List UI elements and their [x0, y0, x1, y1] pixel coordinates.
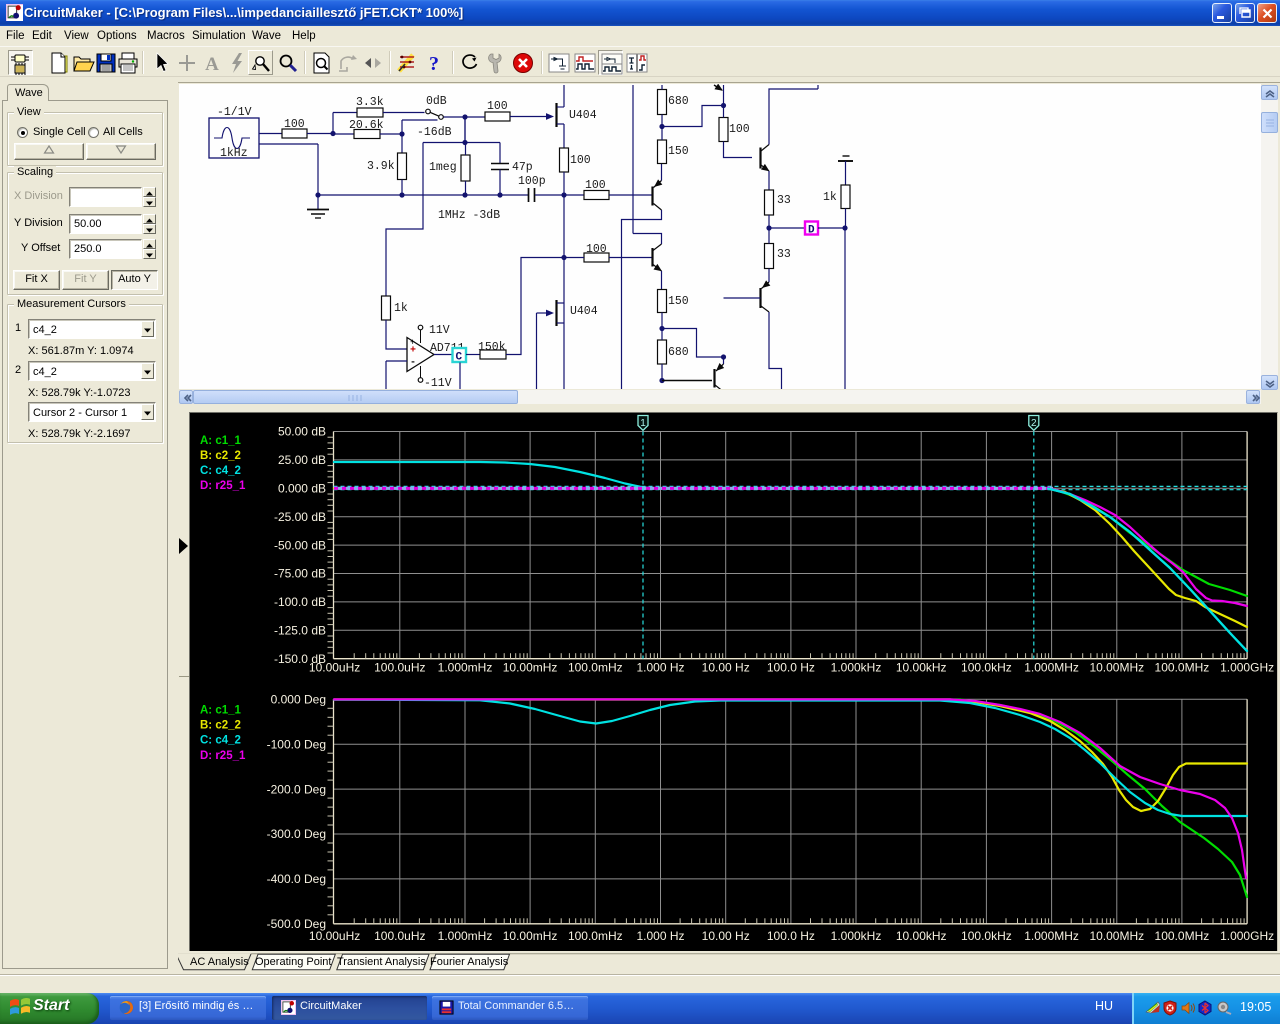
svg-text:100.0kHz: 100.0kHz [961, 929, 1012, 943]
svg-text:47p: 47p [512, 161, 533, 174]
svg-text:-400.0 Deg: -400.0 Deg [267, 872, 326, 886]
svg-text:100: 100 [570, 154, 591, 167]
svg-text:10.00MHz: 10.00MHz [1089, 929, 1144, 943]
svg-text:1: 1 [640, 418, 646, 429]
svg-text:-11V: -11V [424, 377, 452, 389]
svg-text:B: c2_2: B: c2_2 [200, 450, 241, 462]
svg-text:100.0MHz: 100.0MHz [1155, 661, 1210, 675]
svg-text:1.000MHz: 1.000MHz [1024, 661, 1079, 675]
svg-text:-200.0 Deg: -200.0 Deg [267, 782, 326, 796]
svg-text:11V: 11V [429, 324, 450, 337]
svg-text:100.0 Hz: 100.0 Hz [767, 929, 815, 943]
svg-text:10.00mHz: 10.00mHz [503, 929, 558, 943]
svg-text:1.000MHz: 1.000MHz [1024, 929, 1079, 943]
svg-text:-16dB: -16dB [417, 126, 452, 139]
svg-text:-1/1V: -1/1V [217, 106, 252, 119]
svg-text:-75.00 dB: -75.00 dB [274, 567, 326, 581]
svg-text:33: 33 [777, 194, 791, 207]
svg-text:100: 100 [729, 123, 750, 136]
svg-text:U404: U404 [570, 305, 598, 318]
svg-text:100.0kHz: 100.0kHz [961, 661, 1012, 675]
svg-text:B: c2_2: B: c2_2 [200, 720, 241, 732]
svg-text:25.00 dB: 25.00 dB [278, 453, 326, 467]
svg-text:100: 100 [586, 243, 607, 256]
svg-text:20.6k: 20.6k [349, 119, 384, 132]
svg-text:100: 100 [585, 179, 606, 192]
svg-text:1.000 Hz: 1.000 Hz [636, 661, 684, 675]
svg-text:100.0uHz: 100.0uHz [374, 661, 425, 675]
svg-text:?: ? [429, 53, 439, 75]
svg-text:10.00uHz: 10.00uHz [309, 929, 360, 943]
svg-text:1.000GHz: 1.000GHz [1220, 929, 1274, 943]
svg-text:100: 100 [487, 100, 508, 113]
svg-text:1.000mHz: 1.000mHz [438, 661, 493, 675]
svg-text:3.9k: 3.9k [367, 160, 395, 173]
svg-text:D: r25_1: D: r25_1 [200, 480, 246, 492]
svg-text:C: C [456, 352, 463, 364]
svg-text:1.000mHz: 1.000mHz [438, 929, 493, 943]
svg-text:1kHz: 1kHz [220, 147, 248, 160]
svg-text:100.0 Hz: 100.0 Hz [767, 661, 815, 675]
svg-text:0dB: 0dB [426, 95, 447, 108]
svg-text:10.00uHz: 10.00uHz [309, 661, 360, 675]
svg-text:-100.0 dB: -100.0 dB [274, 595, 326, 609]
svg-text:-25.00 dB: -25.00 dB [274, 510, 326, 524]
svg-text:0.000 dB: 0.000 dB [278, 482, 326, 496]
svg-text:10.00 Hz: 10.00 Hz [702, 661, 750, 675]
svg-text:150: 150 [668, 295, 689, 308]
svg-text:1.000kHz: 1.000kHz [831, 929, 882, 943]
svg-text:1k: 1k [823, 191, 837, 204]
svg-text:D: D [808, 225, 815, 237]
svg-text:-125.0 dB: -125.0 dB [274, 624, 326, 638]
svg-text:1.000GHz: 1.000GHz [1220, 661, 1274, 675]
svg-text:680: 680 [668, 346, 689, 359]
svg-text:100p: 100p [518, 175, 546, 188]
svg-text:100.0uHz: 100.0uHz [374, 929, 425, 943]
svg-text:1k: 1k [394, 302, 408, 315]
svg-text:10.00kHz: 10.00kHz [896, 929, 947, 943]
svg-text:2: 2 [1031, 418, 1037, 429]
svg-text:A: c1_1: A: c1_1 [200, 705, 242, 717]
svg-text:33: 33 [777, 248, 791, 261]
svg-text:1MHz -3dB: 1MHz -3dB [438, 209, 500, 222]
svg-text:150k: 150k [478, 341, 506, 354]
svg-text:3.3k: 3.3k [356, 96, 384, 109]
svg-text:-50.00 dB: -50.00 dB [274, 538, 326, 552]
svg-text:10.00 Hz: 10.00 Hz [702, 929, 750, 943]
svg-text:10.00kHz: 10.00kHz [896, 661, 947, 675]
svg-text:0.000 Deg: 0.000 Deg [271, 693, 326, 707]
svg-text:100.0mHz: 100.0mHz [568, 661, 623, 675]
svg-text:+: + [410, 346, 416, 357]
svg-text:A: c1_1: A: c1_1 [200, 435, 242, 447]
svg-text:100.0MHz: 100.0MHz [1155, 929, 1210, 943]
svg-text:150: 150 [668, 145, 689, 158]
svg-text:D: r25_1: D: r25_1 [200, 750, 246, 762]
svg-text:1.000kHz: 1.000kHz [831, 661, 882, 675]
svg-text:C: c4_2: C: c4_2 [200, 735, 241, 747]
svg-text:50.00 dB: 50.00 dB [278, 425, 326, 439]
svg-text:-100.0 Deg: -100.0 Deg [267, 737, 326, 751]
svg-text:10.00MHz: 10.00MHz [1089, 661, 1144, 675]
svg-text:-300.0 Deg: -300.0 Deg [267, 827, 326, 841]
svg-text:100: 100 [284, 118, 305, 131]
svg-text:-: - [410, 358, 416, 369]
svg-text:10.00mHz: 10.00mHz [503, 661, 558, 675]
svg-text:C: c4_2: C: c4_2 [200, 465, 241, 477]
svg-text:1.000 Hz: 1.000 Hz [636, 929, 684, 943]
svg-text:100.0mHz: 100.0mHz [568, 929, 623, 943]
svg-text:680: 680 [668, 95, 689, 108]
svg-text:A: A [205, 54, 219, 75]
svg-text:U404: U404 [569, 109, 597, 122]
svg-text:1meg: 1meg [429, 161, 457, 174]
